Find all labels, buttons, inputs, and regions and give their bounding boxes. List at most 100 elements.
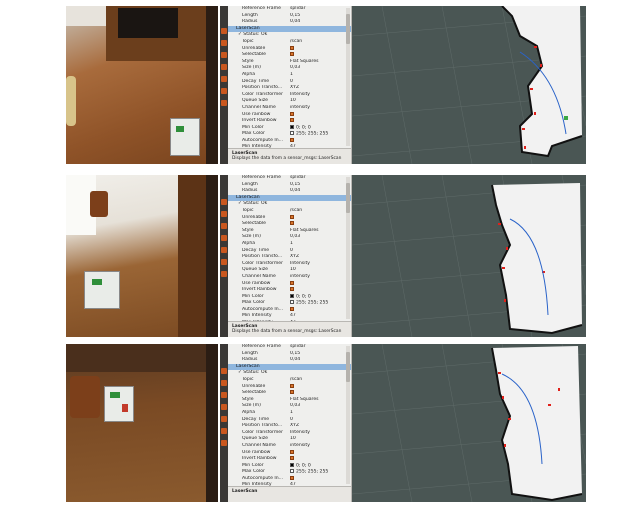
checkbox-icon[interactable] xyxy=(290,383,294,388)
property-row[interactable]: ✓ Status: Ok xyxy=(228,32,351,39)
checkbox-icon[interactable] xyxy=(290,306,294,311)
checkbox-icon[interactable] xyxy=(290,475,294,480)
property-value[interactable]: Intensity xyxy=(290,430,310,437)
property-row[interactable]: Position Transfo... XYZ xyxy=(228,254,351,261)
property-value[interactable]: 1 xyxy=(290,410,293,417)
tool-icon[interactable] xyxy=(221,76,227,82)
property-row[interactable]: Autocompute In... xyxy=(228,475,351,483)
property-value[interactable] xyxy=(290,118,294,125)
property-value[interactable] xyxy=(290,52,294,59)
property-value[interactable]: 10 xyxy=(290,267,296,274)
checkbox-icon[interactable] xyxy=(290,52,294,57)
tool-icon[interactable] xyxy=(221,380,227,386)
tool-icon[interactable] xyxy=(221,211,227,217)
property-row[interactable]: LaserScan xyxy=(228,25,351,33)
property-row[interactable]: Unreliable xyxy=(228,214,351,222)
property-row[interactable]: Decay Time 0 xyxy=(228,417,351,424)
property-value[interactable] xyxy=(290,449,294,457)
tool-icon[interactable] xyxy=(221,52,227,58)
property-row[interactable]: Alpha 1 xyxy=(228,241,351,248)
property-value[interactable]: /scan xyxy=(290,39,302,46)
property-value[interactable]: 1 xyxy=(290,241,293,248)
property-value[interactable]: Flat Squares xyxy=(290,397,319,404)
tool-icon[interactable] xyxy=(221,368,227,374)
property-row[interactable]: Min Color 0; 0; 0 xyxy=(228,293,351,301)
map-view[interactable] xyxy=(352,6,586,164)
property-row[interactable]: Min Intensity 47 xyxy=(228,313,351,320)
property-row[interactable]: ✓ Status: Ok xyxy=(228,370,351,377)
property-row[interactable]: Topic/scan xyxy=(228,39,351,46)
property-value[interactable]: 0,04 xyxy=(290,357,300,364)
property-value[interactable] xyxy=(290,221,294,228)
panel-scrollbar[interactable] xyxy=(346,346,350,484)
property-value[interactable]: Intensity xyxy=(290,92,310,99)
property-value[interactable]: Flat Squares xyxy=(290,59,319,66)
property-row[interactable]: Position Transfo... XYZ xyxy=(228,423,351,430)
property-value[interactable]: 0; 0; 0 xyxy=(290,293,311,301)
property-row[interactable]: Unreliable xyxy=(228,45,351,53)
property-value[interactable]: 255; 255; 255 xyxy=(290,131,328,138)
property-value[interactable]: 10 xyxy=(290,436,296,443)
property-row[interactable]: Position Transfo... XYZ xyxy=(228,85,351,92)
property-row[interactable]: Radius 0,04 xyxy=(228,357,351,364)
property-value[interactable]: 0 xyxy=(290,248,293,255)
tool-icon[interactable] xyxy=(221,259,227,265)
property-row[interactable]: Unreliable xyxy=(228,383,351,391)
checkbox-icon[interactable] xyxy=(290,221,294,226)
property-value[interactable]: 255; 255; 255 xyxy=(290,300,328,307)
property-value[interactable] xyxy=(290,280,294,288)
tool-icon[interactable] xyxy=(221,88,227,94)
property-row[interactable]: Use rainbow xyxy=(228,280,351,288)
property-row[interactable]: Length 0,15 xyxy=(228,13,351,20)
property-row[interactable]: Max Color 255; 255; 255 xyxy=(228,300,351,307)
property-row[interactable]: Radius 0,04 xyxy=(228,19,351,26)
property-row[interactable]: Radius 0,04 xyxy=(228,188,351,195)
property-value[interactable]: 1 xyxy=(290,72,293,79)
property-row[interactable]: Color Transformer Intensity xyxy=(228,92,351,99)
property-row[interactable]: Queue Size 10 xyxy=(228,98,351,105)
property-row[interactable]: Use rainbow xyxy=(228,449,351,457)
checkbox-icon[interactable] xyxy=(290,456,294,461)
checkbox-icon[interactable] xyxy=(290,449,294,454)
property-row[interactable]: Size (m) 0,03 xyxy=(228,234,351,241)
property-value[interactable]: Intensity xyxy=(290,261,310,268)
property-row[interactable]: Channel Name intensity xyxy=(228,443,351,450)
property-value[interactable]: intensity xyxy=(290,443,310,450)
property-row[interactable]: Reference Frame splidar xyxy=(228,344,351,351)
property-row[interactable]: Length 0,15 xyxy=(228,351,351,358)
property-row[interactable]: Autocompute In... xyxy=(228,306,351,314)
checkbox-icon[interactable] xyxy=(290,280,294,285)
checkbox-icon[interactable] xyxy=(290,287,294,292)
property-value[interactable]: 0,03 xyxy=(290,234,300,241)
property-value[interactable]: /scan xyxy=(290,208,302,215)
property-row[interactable]: Size (m) 0,03 xyxy=(228,65,351,72)
property-row[interactable]: Selectable xyxy=(228,221,351,228)
property-value[interactable]: 0,15 xyxy=(290,351,300,358)
property-row[interactable]: Alpha 1 xyxy=(228,410,351,417)
property-row[interactable]: Max Color 255; 255; 255 xyxy=(228,131,351,138)
property-value[interactable]: XYZ xyxy=(290,423,299,430)
checkbox-icon[interactable] xyxy=(290,390,294,395)
property-value[interactable]: /scan xyxy=(290,377,302,384)
property-value[interactable]: Flat Squares xyxy=(290,228,319,235)
tool-icon[interactable] xyxy=(221,416,227,422)
property-row[interactable]: LaserScan xyxy=(228,194,351,202)
property-value[interactable] xyxy=(290,111,294,119)
tool-icon[interactable] xyxy=(221,392,227,398)
property-value[interactable]: 0; 0; 0 xyxy=(290,124,311,132)
tool-icon[interactable] xyxy=(221,199,227,205)
property-row[interactable]: Selectable xyxy=(228,52,351,59)
property-row[interactable]: Length 0,15 xyxy=(228,182,351,189)
property-value[interactable]: 0 xyxy=(290,417,293,424)
checkbox-icon[interactable] xyxy=(290,45,294,50)
property-value[interactable]: XYZ xyxy=(290,254,299,261)
property-value[interactable] xyxy=(290,306,294,314)
property-row[interactable]: Use rainbow xyxy=(228,111,351,119)
property-row[interactable]: Style Flat Squares xyxy=(228,59,351,66)
property-value[interactable] xyxy=(290,383,294,391)
tool-icon[interactable] xyxy=(221,28,227,34)
property-value[interactable]: splidar xyxy=(290,175,305,182)
property-value[interactable]: XYZ xyxy=(290,85,299,92)
property-row[interactable]: Invert Rainbow xyxy=(228,118,351,125)
property-value[interactable] xyxy=(290,475,294,483)
